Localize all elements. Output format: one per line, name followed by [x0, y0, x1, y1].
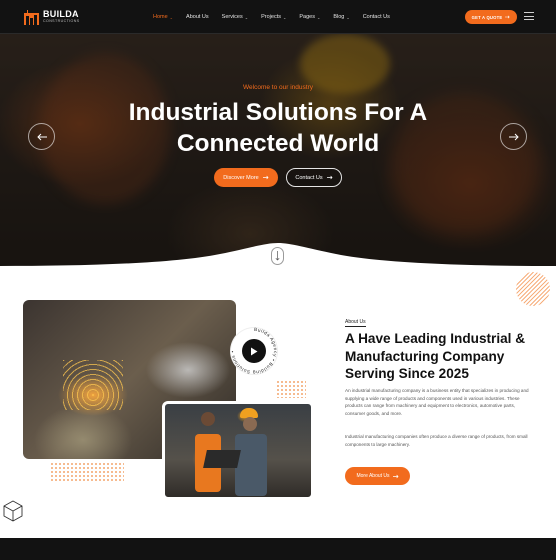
nav-item-home[interactable]: Home ⌄ [153, 14, 173, 20]
next-section-strip [0, 538, 556, 560]
laptop-icon [203, 450, 241, 468]
cube-outline-icon [3, 500, 23, 522]
more-about-us-button[interactable]: More About Us [345, 467, 410, 485]
main-nav: Home ⌄ About Us Services ⌄ Projects ⌄ Pa… [153, 0, 403, 34]
hero-section: Welcome to our industry Industrial Solut… [0, 34, 556, 266]
arrow-right-icon [508, 133, 519, 140]
nav-label: About Us [186, 14, 209, 20]
brand-name: BUILDA [43, 9, 79, 20]
chevron-down-icon: ⌄ [346, 14, 350, 20]
chevron-down-icon: ⌄ [244, 14, 249, 20]
scroll-down-button[interactable] [271, 247, 284, 265]
discover-more-label: Discover More [223, 174, 259, 181]
nav-label: Pages [299, 14, 315, 20]
nav-item-contact[interactable]: Contact Us [363, 14, 390, 20]
play-video-button[interactable] [242, 339, 266, 363]
decorative-dot-grid [50, 462, 124, 482]
hero-title-line2: Connected World [176, 130, 380, 157]
more-about-us-label: More About Us [356, 473, 390, 479]
slider-next-button[interactable] [500, 123, 527, 150]
nav-item-projects[interactable]: Projects ⌄ [261, 14, 286, 20]
chevron-down-icon: ⌄ [316, 14, 321, 20]
arrow-right-icon [326, 175, 333, 180]
chevron-down-icon: ⌄ [282, 14, 287, 20]
about-eyebrow: About Us [345, 319, 366, 327]
nav-item-blog[interactable]: Blog ⌄ [333, 14, 349, 20]
play-icon [251, 347, 258, 355]
site-header: BUILDA CONSTRUCTIONS Home ⌄ About Us Ser… [0, 0, 556, 34]
hero-title-line1: Industrial Solutions For A [128, 99, 428, 126]
logo[interactable]: BUILDA CONSTRUCTIONS [24, 8, 80, 26]
arrow-down-icon [275, 251, 280, 261]
nav-item-about[interactable]: About Us [186, 14, 209, 20]
decorative-striped-circle [516, 272, 550, 306]
worker-shirt-shape [235, 434, 267, 496]
slider-prev-button[interactable] [28, 123, 55, 150]
contact-us-button[interactable]: Contact Us [286, 168, 342, 187]
arrow-right-icon [392, 474, 399, 478]
nav-label: Projects [261, 14, 281, 20]
arrow-right-icon [505, 15, 510, 19]
nav-label: Contact Us [362, 14, 390, 20]
sparks-shape [63, 360, 123, 410]
agency-badge: Builda Agency • Building Solutions • [229, 318, 281, 380]
logo-icon [24, 9, 39, 25]
get-quote-button[interactable]: GET A QUOTE [465, 10, 517, 24]
chevron-down-icon: ⌄ [169, 14, 174, 20]
nav-item-pages[interactable]: Pages ⌄ [299, 14, 320, 20]
hero-title: Industrial Solutions For A Connected Wor… [0, 97, 556, 159]
get-quote-label: GET A QUOTE [471, 14, 503, 20]
discover-more-button[interactable]: Discover More [214, 168, 278, 187]
hero-eyebrow: Welcome to our industry [243, 84, 313, 91]
arrow-right-icon [262, 175, 269, 180]
nav-label: Home [153, 14, 168, 20]
nav-label: Services [221, 14, 243, 20]
about-title: A Have Leading Industrial & Manufacturin… [345, 331, 526, 381]
about-paragraph: An industrial manufacturing company is a… [345, 388, 529, 416]
contact-us-label: Contact Us [295, 174, 323, 181]
arrow-left-icon [36, 133, 47, 140]
nav-item-services[interactable]: Services ⌄ [222, 14, 248, 20]
hamburger-icon[interactable] [524, 12, 534, 20]
engineers-laptop-image [162, 401, 314, 500]
nav-label: Blog [333, 14, 345, 20]
about-paragraph: Industrial manufacturing companies often… [345, 434, 528, 447]
brand-tagline: CONSTRUCTIONS [43, 19, 80, 24]
decorative-dot-grid [276, 380, 306, 398]
worker-head-shape [243, 417, 257, 431]
worker-head-shape [201, 412, 215, 426]
